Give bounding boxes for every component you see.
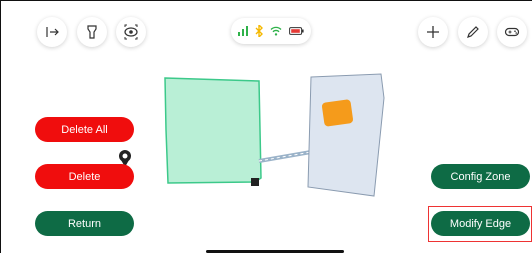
config-zone-button[interactable]: Config Zone (431, 164, 530, 189)
delete-button[interactable]: Delete (35, 164, 134, 189)
charging-station-area (307, 73, 385, 197)
edge-node (251, 178, 259, 186)
mowing-zone (164, 77, 262, 184)
return-button[interactable]: Return (35, 211, 134, 236)
charging-dock (321, 99, 354, 127)
modify-edge-button[interactable]: Modify Edge (431, 211, 530, 236)
delete-all-button[interactable]: Delete All (35, 117, 134, 142)
